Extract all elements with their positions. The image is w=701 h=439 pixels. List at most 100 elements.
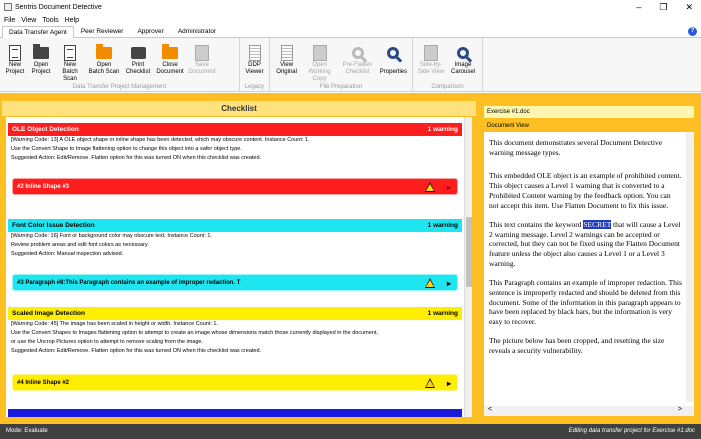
close-window-button[interactable]: ✕ [685,2,693,13]
open-project-button[interactable]: Open Project [29,44,53,76]
section-title: Font Color Issue Detection [12,222,95,229]
maximize-button[interactable]: ❐ [659,2,667,13]
checklist-title: Checklist [2,101,476,116]
section-ole-object: OLE Object Detection 1 warning [Warning … [8,123,462,203]
group-comparison: Side-by- Side View Image Carousel Comparis… [413,38,483,92]
open-batch-scan-icon [96,44,112,59]
new-project-icon [9,45,21,61]
open-batch-scan-button[interactable]: Open Batch Scan [87,44,121,76]
print-checklist-button[interactable]: Print Checklist [123,44,153,76]
checklist-item[interactable]: #2 Inline Shape #3 ▸ [12,178,458,195]
document-horizontal-scrollbar[interactable]: < > [484,406,694,416]
open-working-copy-button[interactable]: Open Working Copy [302,44,337,83]
group-label-project: Data Transfer Project Management [72,84,167,90]
application-window: Sentris Document Detective – ❐ ✕ File Vi… [0,0,701,439]
new-project-button[interactable]: New Project [3,44,27,76]
view-original-icon [280,45,293,61]
flatten-advice-line: Use the Convert Shape to Image flattenin… [11,146,242,152]
properties-icon [387,47,400,59]
section-font-color: Font Color Issue Detection 1 warning [Wa… [8,219,462,299]
pre-flatten-checklist-button[interactable]: Pre-Flatten Checklist [339,44,376,76]
menu-view[interactable]: View [21,17,36,24]
item-label: #4 Inline Shape #2 [17,379,70,386]
section-scaled-image: Scaled Image Detection 1 warning [Warnin… [8,307,462,402]
warning-code-line: [Warning Code: 13] A OLE object shape or… [11,137,310,143]
document-view: This document demonstrates several Docum… [484,132,694,416]
side-by-side-icon [424,45,438,61]
scroll-thumb[interactable] [466,217,472,287]
side-by-side-view-button[interactable]: Side-by- Side View [416,44,446,76]
checklist-item[interactable]: #3 Paragraph #8:This Paragraph contains … [12,274,458,291]
warning-count: 1 warning [427,126,458,133]
section-title: Scaled Image Detection [12,310,85,317]
menu-file[interactable]: File [4,17,15,24]
mode-indicator: Mode: Evaluate [6,428,48,434]
section-title: OLE Object Detection [12,126,79,133]
doc-paragraph: The picture below has been cropped, and … [489,336,665,356]
menu-help[interactable]: Help [65,17,79,24]
checklist-list: OLE Object Detection 1 warning [Warning … [6,117,472,417]
title-bar: Sentris Document Detective – ❐ ✕ [0,0,701,14]
document-vertical-scrollbar[interactable] [686,132,694,402]
tab-administrator[interactable]: Administrator [171,25,223,37]
document-view-label: Document View [484,121,694,132]
section-next-header[interactable] [8,409,462,417]
uncrop-advice-line: or use the Uncrop Pictures option to att… [11,339,203,345]
section-header[interactable]: Font Color Issue Detection 1 warning [8,219,462,232]
tab-approver[interactable]: Approver [130,25,170,37]
expand-arrow-icon[interactable]: ▸ [447,279,451,288]
scroll-left-icon: < [488,406,493,413]
close-document-icon [162,44,178,59]
doc-paragraph: This document demonstrates several Docum… [489,138,663,157]
highlighted-keyword: SECRET [583,219,612,229]
properties-button[interactable]: Properties [378,44,409,76]
document-filename: Exercise #1.doc [484,106,694,118]
document-text: This document demonstrates several Docum… [489,138,682,365]
doc-paragraph: This text contains the keyword SECRET th… [489,219,681,268]
scroll-right-icon: > [677,406,682,413]
view-original-button[interactable]: View Original [273,44,300,76]
print-icon [130,47,146,59]
item-label: #3 Paragraph #8:This Paragraph contains … [17,279,241,286]
warning-code-line: [Warning Code: 16] Font or background co… [11,233,212,239]
tab-data-transfer-agent[interactable]: Data Transfer Agent [2,26,74,38]
open-project-icon [33,44,49,59]
new-batch-scan-button[interactable]: New Batch Scan [55,44,85,83]
group-label-comparison: Comparison [431,84,464,90]
warning-icon [425,182,435,192]
close-document-button[interactable]: Close Document [155,44,185,76]
warning-icon [425,378,435,388]
save-document-button[interactable]: Save Document [187,44,217,76]
expand-arrow-icon[interactable]: ▸ [447,379,451,388]
image-carousel-button[interactable]: Image Carousel [448,44,478,76]
tab-peer-reviewer[interactable]: Peer Reviewer [74,25,131,37]
warning-count: 1 warning [427,222,458,229]
window-title: Sentris Document Detective [15,3,102,11]
menu-tools[interactable]: Tools [42,17,58,24]
item-label: #2 Inline Shape #3 [17,183,70,190]
ribbon: New Project Open Project New Batch Scan Ope… [0,38,701,92]
section-header[interactable]: Scaled Image Detection 1 warning [8,307,462,320]
ddp-viewer-icon [248,45,261,61]
expand-arrow-icon[interactable]: ▸ [447,183,451,192]
suggested-action-line: Suggested Action: Manual inspection advi… [11,251,124,257]
doc-paragraph: This embedded OLE object is an example o… [489,171,682,210]
status-message: Editing data transfer project for Exerci… [568,428,695,434]
checklist-scrollbar[interactable] [464,117,472,417]
section-header[interactable]: OLE Object Detection 1 warning [8,123,462,136]
suggested-action-line: Suggested Action: Edit/Remove. Flatten o… [11,155,262,161]
save-icon [195,45,209,61]
group-label-file-preparation: File Preparation [319,84,363,90]
review-advice-line: Review problem areas and edit font color… [11,242,149,248]
minimize-button[interactable]: – [636,2,641,13]
help-icon[interactable]: ? [688,27,697,36]
working-copy-icon [312,45,327,61]
convert-advice-line: Use the Convert Shapes to Images flatten… [11,330,378,336]
checklist-panel: Checklist OLE Object Detection 1 warning… [2,101,476,423]
checklist-item[interactable]: #4 Inline Shape #2 ▸ [12,374,458,391]
group-legacy: DDP Viewer Legacy [240,38,270,92]
app-icon [4,3,12,11]
status-bar: Mode: Evaluate Editing data transfer pro… [0,424,701,439]
group-label-legacy: Legacy [244,84,265,90]
ddp-viewer-button[interactable]: DDP Viewer [243,44,266,76]
